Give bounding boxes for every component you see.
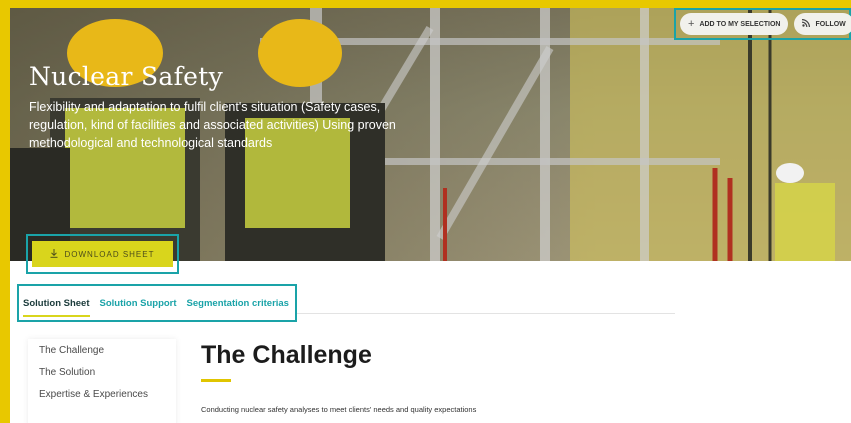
tab-solution-support[interactable]: Solution Support (100, 294, 177, 313)
tab-bar: Solution Sheet Solution Support Segmenta… (17, 284, 297, 322)
section-text: Conducting nuclear safety analyses to me… (201, 405, 477, 414)
page-title: Nuclear Safety (29, 62, 224, 91)
hero-description: Flexibility and adaptation to fulfil cli… (29, 100, 396, 150)
section-heading: The Challenge (201, 341, 372, 369)
page-frame: Nuclear Safety Flexibility and adaptatio… (10, 8, 851, 423)
tab-solution-sheet[interactable]: Solution Sheet (23, 294, 90, 317)
hero-banner: Nuclear Safety Flexibility and adaptatio… (10, 8, 851, 261)
sidebar-item-the-challenge[interactable]: The Challenge (28, 339, 176, 361)
download-sheet-button[interactable]: DOWNLOAD SHEET (32, 241, 173, 267)
heading-underline (201, 379, 231, 382)
section-sidebar: The Challenge The Solution Expertise & E… (28, 339, 176, 423)
download-icon (50, 248, 58, 260)
download-sheet-label: DOWNLOAD SHEET (64, 249, 155, 259)
plus-icon: + (688, 18, 695, 30)
follow-button[interactable]: FOLLOW (794, 13, 851, 35)
add-to-selection-button[interactable]: + ADD TO MY SELECTION (680, 13, 789, 35)
add-to-selection-label: ADD TO MY SELECTION (699, 20, 781, 28)
download-sheet-highlight: DOWNLOAD SHEET (26, 234, 179, 274)
rss-icon (802, 18, 811, 30)
sidebar-item-the-solution[interactable]: The Solution (28, 361, 176, 383)
follow-label: FOLLOW (815, 20, 846, 28)
hero-actions: + ADD TO MY SELECTION FOLLOW (674, 8, 851, 40)
tab-segmentation-criterias[interactable]: Segmentation criterias (187, 294, 289, 313)
sidebar-item-expertise-experiences[interactable]: Expertise & Experiences (28, 383, 176, 405)
tab-divider (297, 313, 675, 314)
